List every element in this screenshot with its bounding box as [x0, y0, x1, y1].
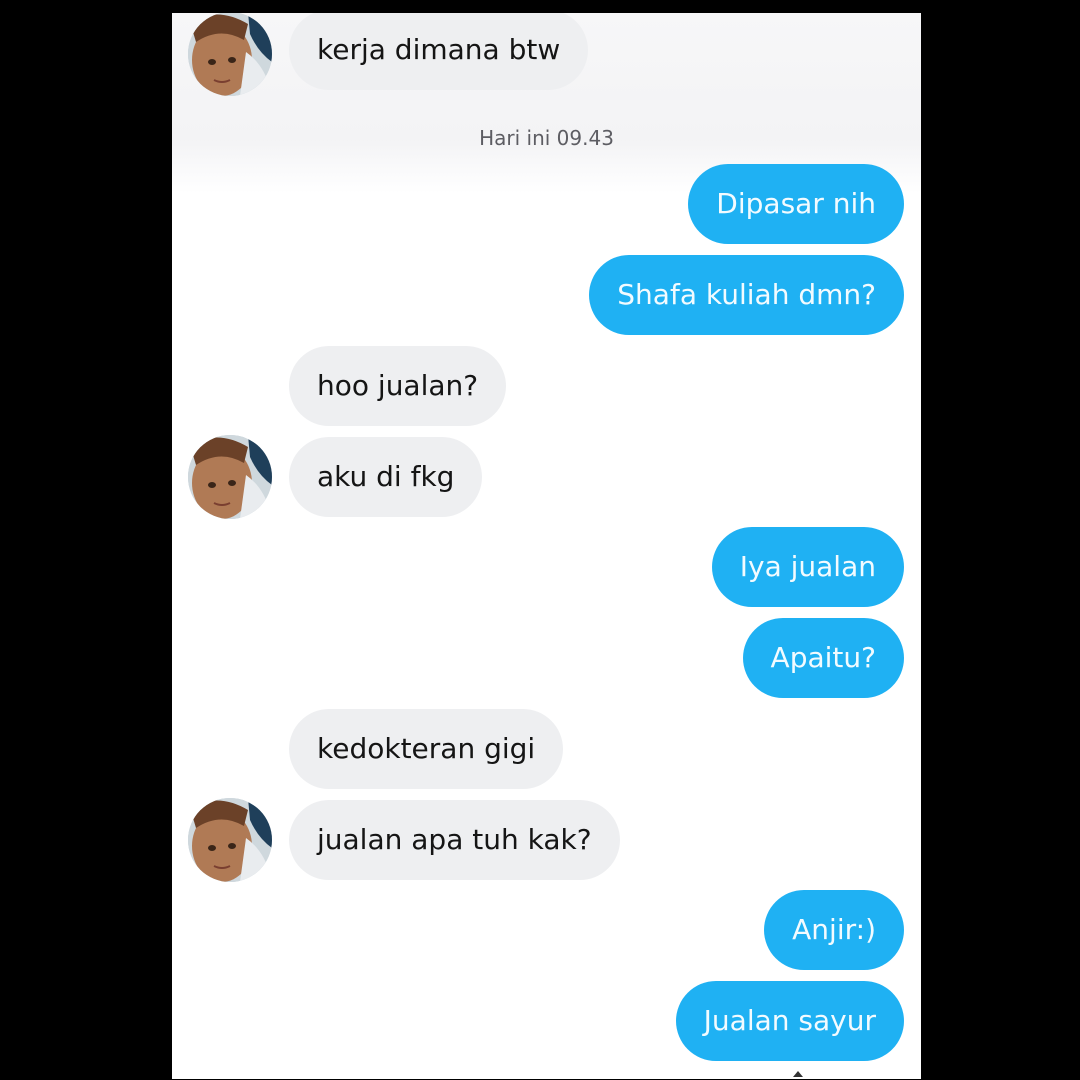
- contact-avatar[interactable]: [188, 13, 272, 96]
- message-incoming[interactable]: aku di fkg: [289, 437, 483, 517]
- message-timestamp: Hari ini 09.43: [479, 126, 614, 150]
- message-incoming[interactable]: hoo jualan?: [289, 346, 507, 426]
- contact-avatar[interactable]: [188, 798, 272, 882]
- message-outgoing[interactable]: Dipasar nih: [688, 164, 904, 244]
- chat-screen: kerja dimana btw Hari ini 09.43 Dipasar …: [172, 13, 921, 1079]
- message-outgoing[interactable]: Anjir:): [764, 890, 904, 970]
- message-outgoing[interactable]: Apaitu?: [742, 618, 904, 698]
- avatar-photo: [188, 13, 272, 96]
- avatar-photo: [188, 798, 272, 882]
- contact-avatar[interactable]: [188, 435, 272, 519]
- avatar-photo: [188, 435, 272, 519]
- message-outgoing[interactable]: Jualan sayur: [675, 981, 904, 1061]
- scroll-indicator-icon: [793, 1071, 803, 1077]
- message-outgoing[interactable]: Iya jualan: [711, 527, 904, 607]
- message-incoming[interactable]: jualan apa tuh kak?: [289, 800, 620, 880]
- message-outgoing[interactable]: Shafa kuliah dmn?: [589, 255, 904, 335]
- message-incoming[interactable]: kedokteran gigi: [289, 709, 564, 789]
- message-incoming[interactable]: kerja dimana btw: [289, 13, 589, 90]
